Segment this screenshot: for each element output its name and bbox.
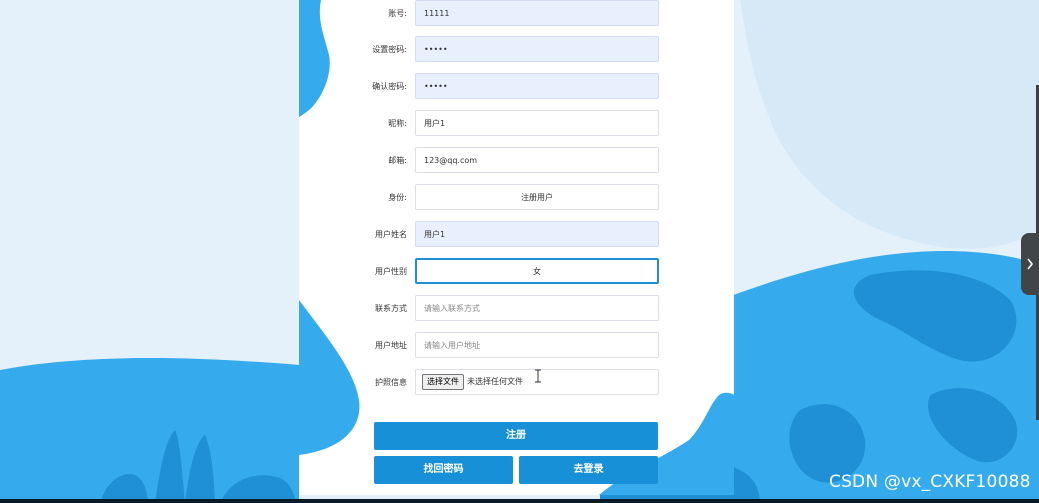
form-row-real-name: 用户姓名 用户1 [299, 221, 734, 249]
form-row-role: 身份: 注册用户 [299, 184, 734, 212]
form-row-passport: 护照信息 选择文件 未选择任何文件 [299, 369, 734, 397]
choose-file-button[interactable]: 选择文件 [422, 374, 464, 390]
address-input[interactable]: 请输入用户地址 [415, 332, 659, 358]
role-label: 身份: [388, 193, 407, 202]
form-row-gender: 用户性别 女 [299, 258, 734, 286]
account-input[interactable]: 11111 [415, 0, 659, 26]
go-login-button[interactable]: 去登录 [519, 456, 658, 484]
text-cursor-icon [535, 369, 541, 383]
nickname-label: 昵称: [388, 119, 407, 128]
form-row-email: 邮箱: 123@qq.com [299, 147, 734, 175]
form-row-nickname: 昵称: 用户1 [299, 110, 734, 138]
form-row-confirm-password: 确认密码: ••••• [299, 73, 734, 101]
recover-password-button[interactable]: 找回密码 [374, 456, 513, 484]
account-label: 账号: [388, 9, 407, 18]
role-select[interactable]: 注册用户 [415, 184, 659, 210]
real-name-label: 用户姓名 [375, 230, 407, 239]
chevron-right-icon [1027, 258, 1034, 270]
file-status-text: 未选择任何文件 [467, 377, 523, 386]
watermark-text: CSDN @vx_CXKF10088 [829, 472, 1031, 492]
side-drawer-tab[interactable] [1021, 233, 1039, 295]
contact-label: 联系方式 [375, 304, 407, 313]
real-name-input[interactable]: 用户1 [415, 221, 659, 247]
bottom-edge-bar [0, 499, 1039, 503]
nickname-input[interactable]: 用户1 [415, 110, 659, 136]
password-input[interactable]: ••••• [415, 36, 659, 62]
form-row-account: 账号: 11111 [299, 0, 734, 28]
form-row-contact: 联系方式 请输入联系方式 [299, 295, 734, 323]
confirm-password-input[interactable]: ••••• [415, 73, 659, 99]
address-label: 用户地址 [375, 341, 407, 350]
passport-label: 护照信息 [375, 378, 407, 387]
contact-input[interactable]: 请输入联系方式 [415, 295, 659, 321]
form-row-address: 用户地址 请输入用户地址 [299, 332, 734, 360]
register-card: 账号: 11111 设置密码: ••••• 确认密码: ••••• 昵称: 用户… [299, 0, 734, 495]
gender-label: 用户性别 [375, 267, 407, 276]
email-label: 邮箱: [388, 156, 407, 165]
confirm-password-label: 确认密码: [372, 82, 407, 91]
password-label: 设置密码: [372, 45, 407, 54]
gender-select[interactable]: 女 [415, 258, 659, 284]
register-button[interactable]: 注册 [374, 422, 658, 450]
form-row-password: 设置密码: ••••• [299, 36, 734, 64]
email-input[interactable]: 123@qq.com [415, 147, 659, 173]
